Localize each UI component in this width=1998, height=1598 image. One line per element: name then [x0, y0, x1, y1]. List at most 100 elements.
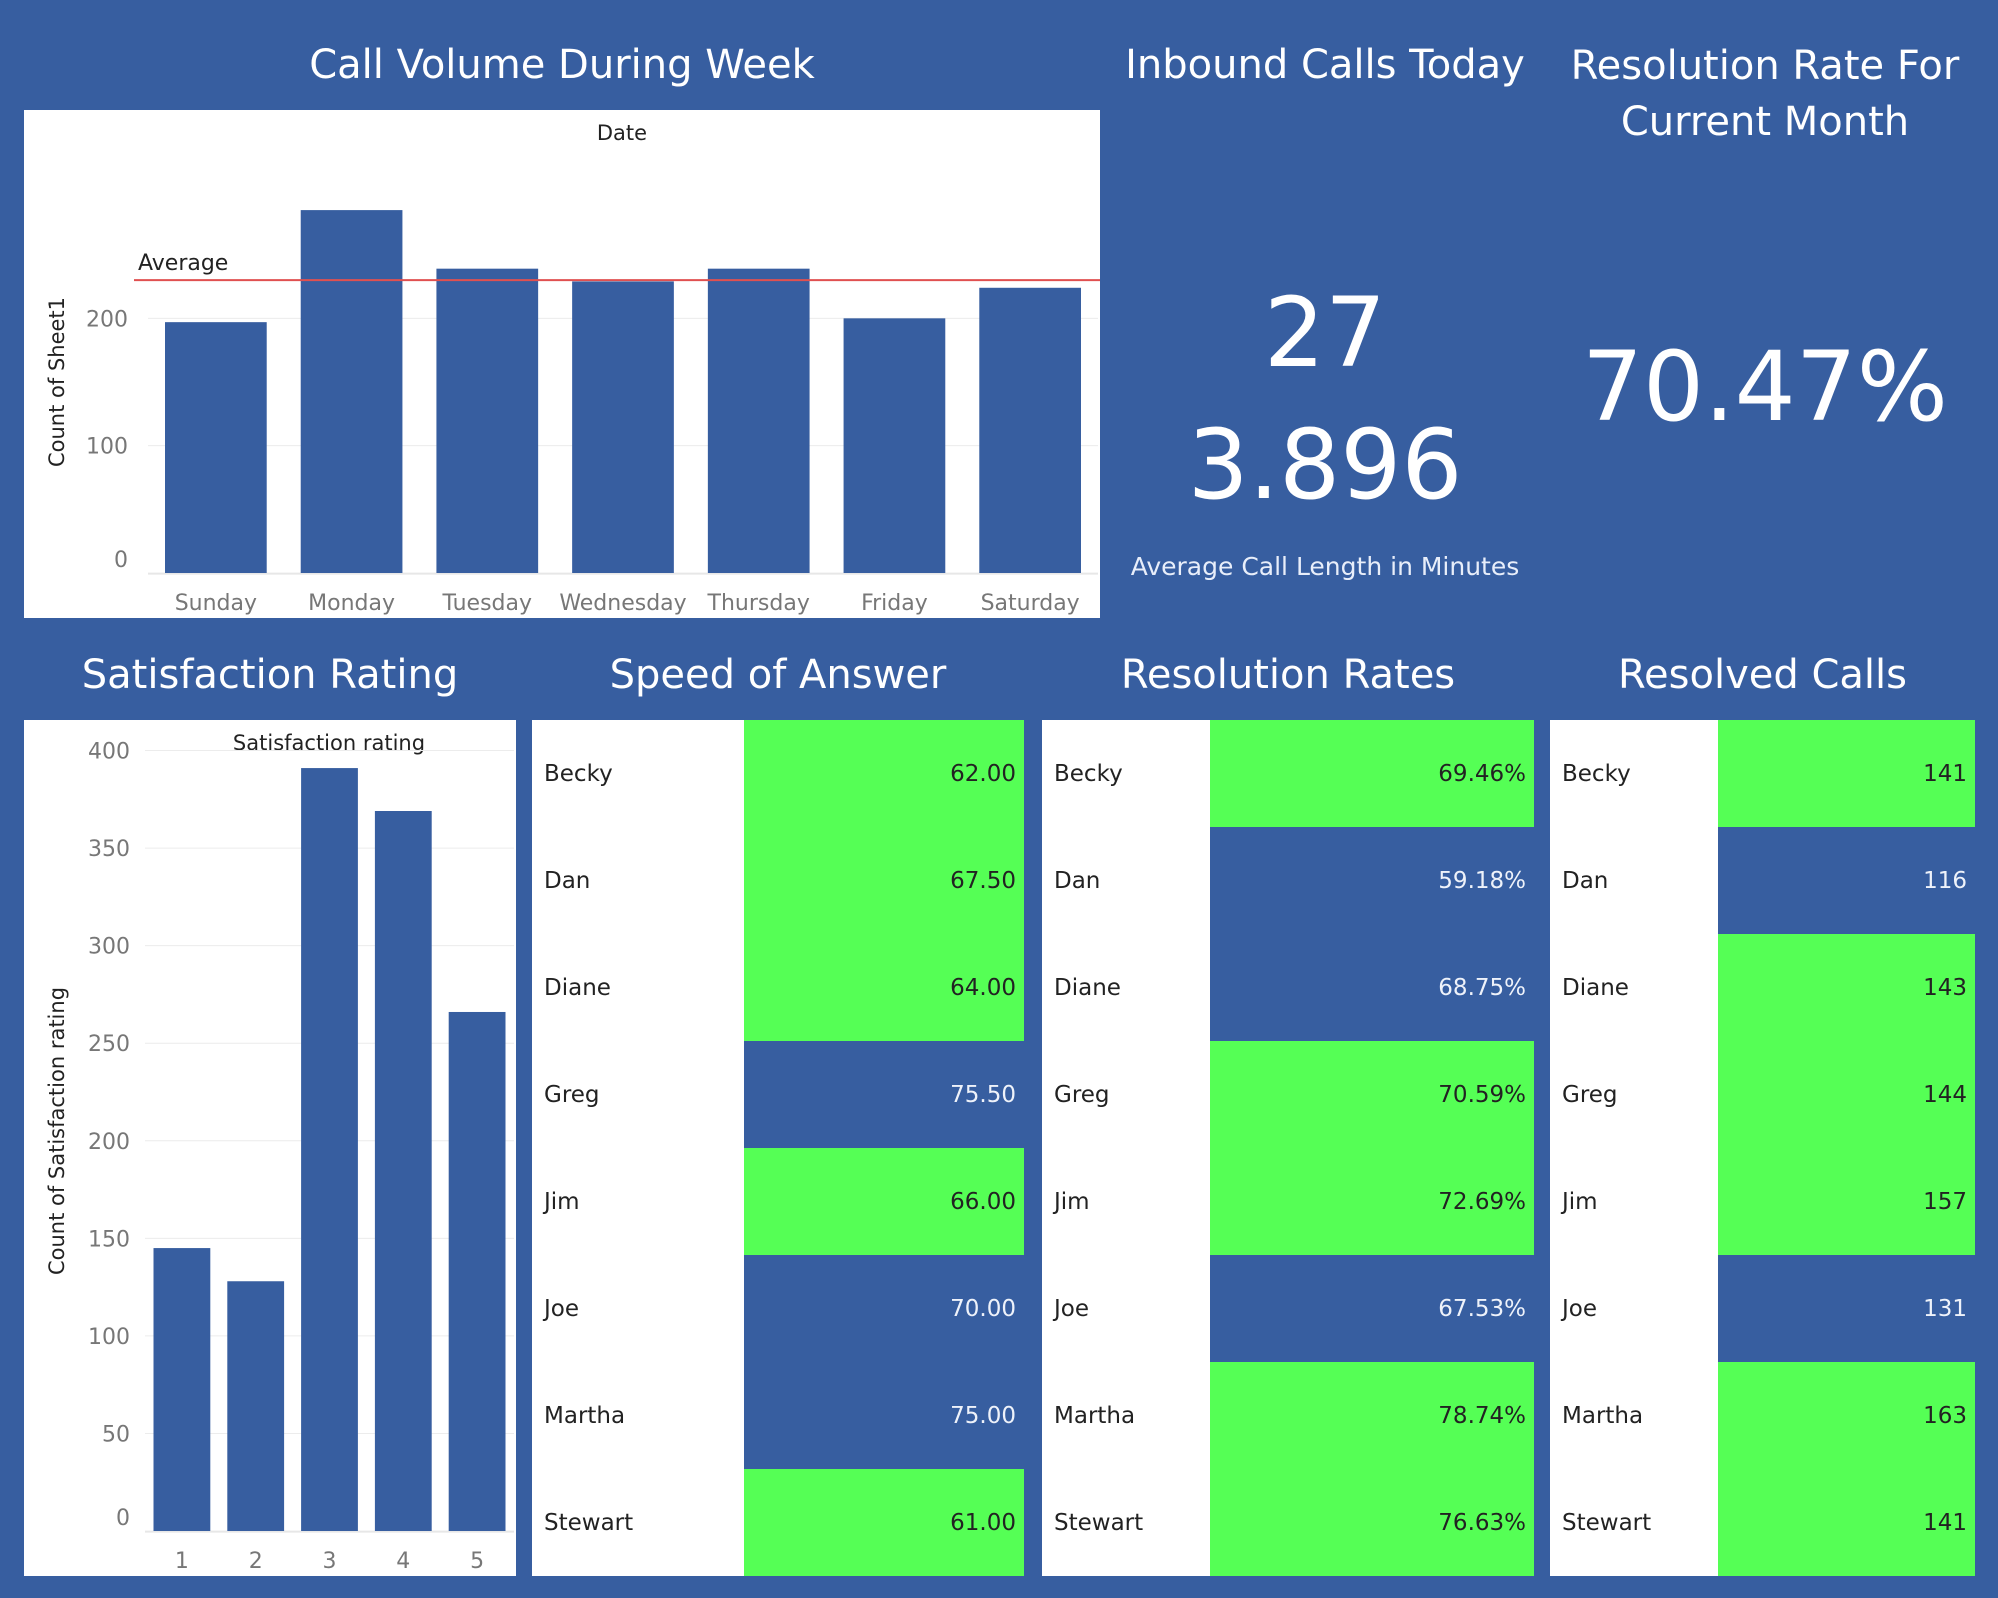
metric-cell: 75.00: [744, 1362, 1024, 1469]
y-axis-label: Count of Sheet1: [45, 297, 69, 467]
metric-cell: 67.50: [744, 827, 1024, 934]
table-row: Dan 67.50: [532, 827, 1024, 934]
metric-cell: 141: [1718, 720, 1975, 827]
agent-name: Stewart: [1054, 1509, 1144, 1536]
table-row: Jim 157: [1550, 1148, 1975, 1255]
table-row: Martha 78.74%: [1042, 1362, 1534, 1469]
x-tick-label: 3: [323, 1549, 337, 1574]
table-row: Joe 131: [1550, 1255, 1975, 1362]
average-call-length-label: Average Call Length in Minutes: [1130, 552, 1520, 581]
bar-4: [374, 811, 432, 1531]
y-tick-label: 100: [88, 1325, 130, 1350]
table-row: Stewart 141: [1550, 1469, 1975, 1576]
table-row: Becky 141: [1550, 720, 1975, 827]
call-volume-chart-panel: Date Count of Sheet1 0 100 200 Sunday Monday Tu…: [24, 110, 1112, 618]
x-tick-label: Tuesday: [442, 591, 533, 616]
x-tick-label: Saturday: [981, 591, 1080, 616]
bar-3: [301, 768, 358, 1531]
y-tick-label: 150: [88, 1227, 130, 1252]
satisfaction-chart-panel: Satisfaction rating Count of Satisfaction…: [24, 720, 516, 1576]
agent-name: Jim: [544, 1188, 580, 1215]
metric-cell: 143: [1718, 934, 1975, 1041]
y-tick-label: 300: [88, 935, 130, 960]
metric-cell: 116: [1718, 827, 1975, 934]
resolved-calls-title: Resolved Calls: [1618, 652, 1907, 698]
x-tick-label: Wednesday: [559, 591, 686, 616]
table-row: Joe 70.00: [532, 1255, 1024, 1362]
metric-cell: 144: [1718, 1041, 1975, 1148]
y-tick-label: 250: [88, 1032, 130, 1057]
agent-name: Joe: [1562, 1295, 1598, 1322]
table-row: Greg 70.59%: [1042, 1041, 1534, 1148]
x-tick-label: Monday: [308, 591, 395, 616]
y-tick-label: 0: [114, 548, 128, 573]
agent-name: Becky: [1562, 760, 1631, 787]
agent-name: Joe: [1054, 1295, 1090, 1322]
table-row: Becky 62.00: [532, 720, 1024, 827]
y-tick-label: 100: [86, 435, 128, 460]
agent-name: Greg: [544, 1081, 600, 1108]
table-row: Diane 64.00: [532, 934, 1024, 1041]
agent-name: Dan: [1562, 867, 1609, 894]
metric-cell: 157: [1718, 1148, 1975, 1255]
bar-saturday: [979, 287, 1081, 573]
satisfaction-chart: Satisfaction rating Count of Satisfaction…: [45, 731, 514, 1574]
bar-tuesday: [436, 268, 539, 573]
x-tick-label: 4: [396, 1549, 410, 1574]
y-tick-label: 200: [86, 307, 128, 332]
metric-cell: 59.18%: [1210, 827, 1534, 934]
metric-cell: 141: [1718, 1469, 1975, 1576]
agent-name: Dan: [544, 867, 591, 894]
metric-cell: 68.75%: [1210, 934, 1534, 1041]
x-tick-label: Friday: [861, 591, 928, 616]
speed-of-answer-title: Speed of Answer: [609, 652, 947, 698]
table-row: Martha 163: [1550, 1362, 1975, 1469]
agent-name: Stewart: [544, 1509, 634, 1536]
resolution-rates-table: Becky 69.46% Dan 59.18% Diane 68.75% Greg 70.59…: [1042, 720, 1534, 1576]
table-row: Greg 75.50: [532, 1041, 1024, 1148]
agent-name: Jim: [1562, 1188, 1598, 1215]
y-axis-label: Count of Satisfaction rating: [45, 987, 69, 1275]
metric-cell: 67.53%: [1210, 1255, 1534, 1362]
speed-of-answer-table: Becky 62.00 Dan 67.50 Diane 64.00 Greg 75.50 Jim…: [532, 720, 1024, 1576]
bar-monday: [300, 210, 403, 573]
table-row: Greg 144: [1550, 1041, 1975, 1148]
x-tick-label: Thursday: [707, 591, 810, 616]
metric-cell: 78.74%: [1210, 1362, 1534, 1469]
metric-cell: 64.00: [744, 934, 1024, 1041]
x-tick-label: Sunday: [175, 591, 257, 616]
resolved-calls-table: Becky 141 Dan 116 Diane 143 Greg 144 Jim 157 Joe 13…: [1550, 720, 1975, 1576]
y-tick-label: 50: [102, 1422, 130, 1447]
metric-cell: 62.00: [744, 720, 1024, 827]
table-row: Stewart 61.00: [532, 1469, 1024, 1576]
bar-friday: [843, 318, 946, 573]
metric-cell: 131: [1718, 1255, 1975, 1362]
inbound-calls-title: Inbound Calls Today: [1125, 42, 1525, 88]
bar-sunday: [165, 322, 267, 573]
agent-name: Becky: [544, 760, 613, 787]
x-tick-label: 5: [470, 1549, 484, 1574]
call-volume-chart: Date Count of Sheet1 0 100 200 Sunday Monday Tu…: [45, 121, 1112, 616]
agent-name: Martha: [544, 1402, 626, 1429]
bar-5: [448, 1011, 506, 1531]
chart-title: Date: [597, 121, 647, 145]
x-tick-label: 2: [249, 1549, 263, 1574]
metric-cell: 70.59%: [1210, 1041, 1534, 1148]
bar-1: [153, 1248, 211, 1531]
y-tick-label: 200: [88, 1130, 130, 1155]
metric-cell: 75.50: [744, 1041, 1024, 1148]
agent-name: Greg: [1054, 1081, 1110, 1108]
metric-cell: 70.00: [744, 1255, 1024, 1362]
call-volume-title: Call Volume During Week: [309, 42, 815, 88]
agent-name: Diane: [1054, 974, 1121, 1001]
agent-name: Joe: [544, 1295, 580, 1322]
metric-cell: 76.63%: [1210, 1469, 1534, 1576]
bar-2: [227, 1281, 285, 1531]
metric-cell: 66.00: [744, 1148, 1024, 1255]
table-row: Martha 75.00: [532, 1362, 1024, 1469]
metric-cell: 72.69%: [1210, 1148, 1534, 1255]
table-row: Stewart 76.63%: [1042, 1469, 1534, 1576]
table-row: Dan 116: [1550, 827, 1975, 934]
inbound-calls-value: 27: [1263, 277, 1387, 389]
table-row: Joe 67.53%: [1042, 1255, 1534, 1362]
